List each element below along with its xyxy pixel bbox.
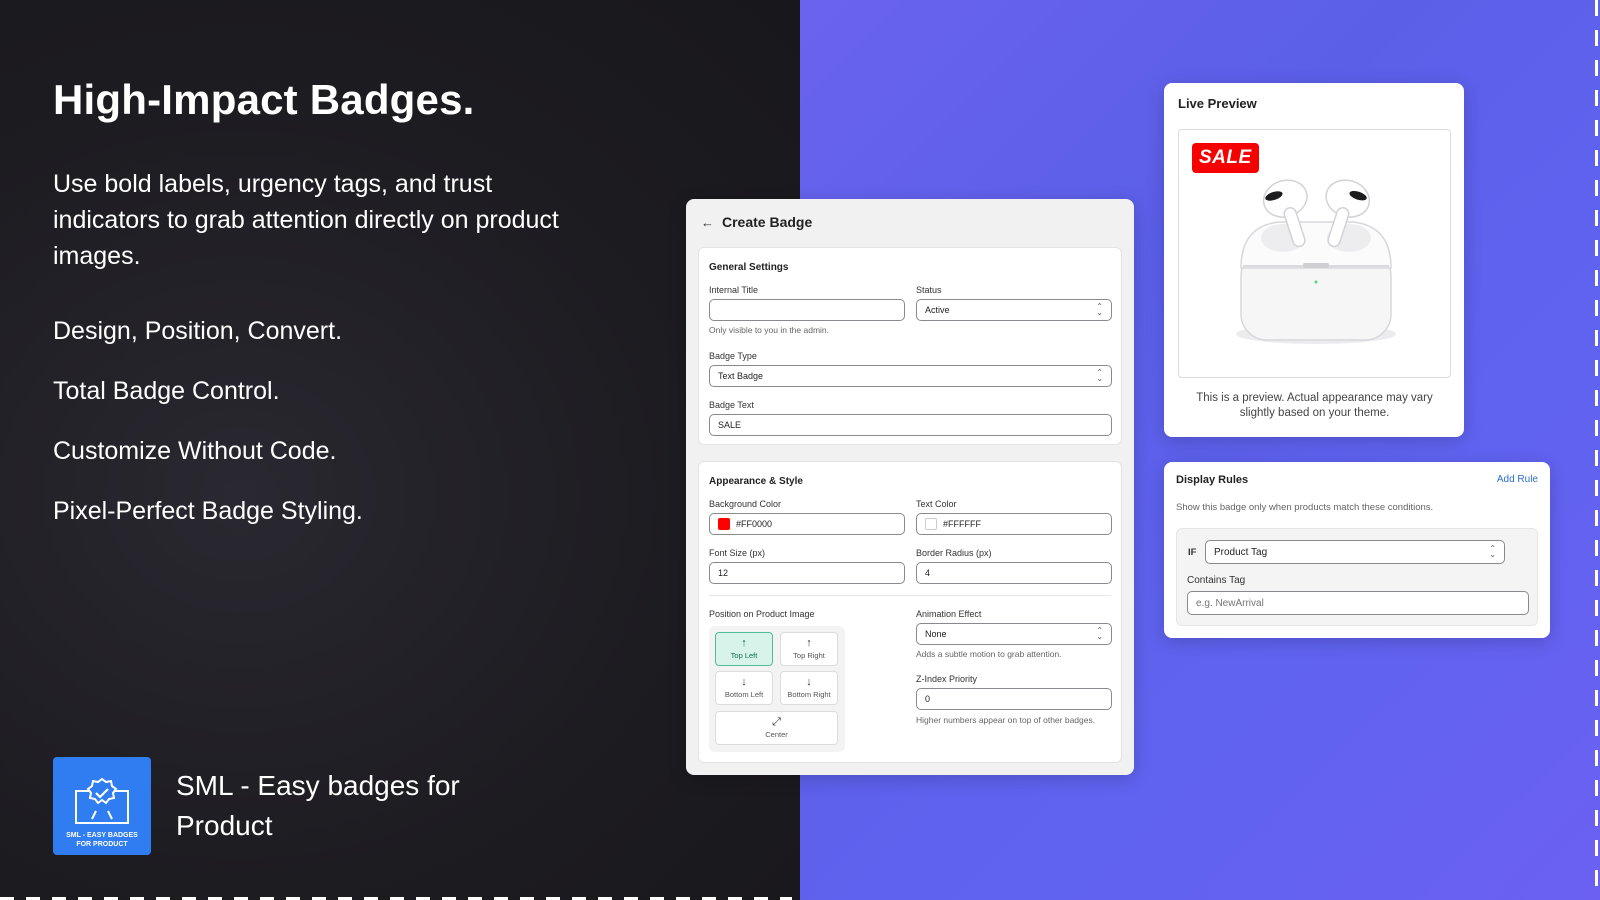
arrow-down-icon: ↓ (806, 676, 812, 688)
create-badge-title: Create Badge (722, 214, 813, 230)
border-radius-input[interactable]: 4 (916, 562, 1112, 584)
app-logo-text: SML - EASY BADGES FOR PRODUCT (66, 832, 138, 848)
live-preview-title: Live Preview (1178, 96, 1257, 111)
create-badge-card: ← Create Badge General Settings Internal… (686, 199, 1134, 775)
animation-select[interactable]: None ⌃ ⌄ (916, 623, 1112, 645)
position-label: Center (765, 730, 788, 739)
badge-type-value: Text Badge (718, 371, 764, 381)
internal-title-label: Internal Title (709, 285, 759, 295)
internal-title-input[interactable] (709, 299, 905, 321)
zindex-help: Higher numbers appear on top of other ba… (916, 715, 1096, 725)
appearance-section: Appearance & Style Background Color #FF0… (698, 461, 1122, 763)
text-color-input[interactable]: #FFFFFF (916, 513, 1112, 535)
position-label: Bottom Right (787, 690, 831, 699)
live-preview-card: Live Preview SALE This is a preview. Act (1164, 83, 1464, 437)
color-swatch[interactable] (718, 518, 730, 530)
position-label: Position on Product Image (709, 609, 815, 619)
app-name: SML - Easy badges for Product (176, 770, 460, 841)
chevron-updown-icon: ⌃ ⌄ (1489, 544, 1496, 559)
chevron-updown-icon: ⌃ ⌄ (1096, 302, 1103, 317)
position-bottom-right-button[interactable]: ↓ Bottom Right (780, 671, 838, 705)
color-swatch[interactable] (925, 518, 937, 530)
feature-item: Total Badge Control. (53, 377, 280, 405)
rule-condition-box: IF Product Tag ⌃ ⌄ Contains Tag (1176, 528, 1538, 626)
position-label: Top Left (730, 651, 758, 660)
feature-list: Design, Position, Convert. Total Badge C… (53, 314, 363, 554)
position-label: Bottom Left (724, 690, 764, 699)
hero-description: Use bold labels, urgency tags, and trust… (53, 170, 559, 270)
badge-seal-icon (75, 777, 129, 824)
status-select[interactable]: Active ⌃ ⌄ (916, 299, 1112, 321)
if-label: IF (1188, 547, 1197, 558)
feature-item: Design, Position, Convert. (53, 317, 343, 345)
font-size-label: Font Size (px) (709, 548, 766, 558)
condition-select[interactable]: Product Tag ⌃ ⌄ (1205, 540, 1505, 564)
bg-color-input[interactable]: #FF0000 (709, 513, 905, 535)
add-rule-link[interactable]: Add Rule (1497, 474, 1538, 485)
section-title: Appearance & Style (709, 476, 803, 487)
status-value: Active (925, 305, 950, 315)
position-bottom-left-button[interactable]: ↓ Bottom Left (715, 671, 773, 705)
feature-item: Customize Without Code. (53, 437, 337, 465)
zindex-input[interactable]: 0 (916, 688, 1112, 710)
internal-title-help: Only visible to you in the admin. (709, 325, 830, 335)
display-rules-title: Display Rules (1176, 474, 1249, 486)
position-label: Top Right (793, 651, 825, 660)
hero-title: High-Impact Badges. (53, 76, 475, 123)
badge-type-label: Badge Type (709, 351, 757, 361)
product-image-frame: SALE (1178, 129, 1451, 378)
section-title: General Settings (709, 262, 789, 273)
badge-type-select[interactable]: Text Badge ⌃ ⌄ (709, 365, 1112, 387)
display-rules-description: Show this badge only when products match… (1176, 502, 1434, 513)
text-color-value: #FFFFFF (943, 519, 981, 529)
contains-tag-input[interactable] (1187, 591, 1529, 615)
position-top-left-button[interactable]: ↑ Top Left (715, 632, 773, 666)
create-badge-header: ← Create Badge (686, 199, 1134, 245)
border-radius-label: Border Radius (px) (916, 548, 992, 558)
feature-item: Pixel-Perfect Badge Styling. (53, 497, 363, 525)
condition-value: Product Tag (1214, 546, 1268, 558)
general-settings-section: General Settings Internal Title Only vis… (698, 247, 1122, 445)
position-grid: ↑ Top Left ↑ Top Right ↓ Bottom Left ↓ B… (709, 626, 845, 752)
status-label: Status (916, 285, 942, 295)
display-rules-card: Display Rules Add Rule Show this badge o… (1164, 462, 1550, 638)
text-color-label: Text Color (916, 499, 957, 509)
animation-value: None (925, 629, 947, 639)
expand-arrows-icon: ⤢ (772, 716, 781, 728)
app-logo: SML - EASY BADGES FOR PRODUCT (53, 757, 151, 855)
bg-color-value: #FF0000 (736, 519, 773, 529)
arrow-down-icon: ↓ (741, 676, 747, 688)
sale-badge: SALE (1192, 143, 1259, 173)
bg-color-label: Background Color (709, 499, 782, 509)
arrow-up-icon: ↑ (741, 637, 747, 649)
animation-help: Adds a subtle motion to grab attention. (916, 649, 1062, 659)
divider (709, 595, 1111, 596)
arrow-up-icon: ↑ (806, 637, 812, 649)
preview-note: This is a preview. Actual appearance may… (1196, 392, 1433, 419)
animation-label: Animation Effect (916, 609, 982, 619)
badge-text-input[interactable]: SALE (709, 414, 1112, 436)
badge-text-label: Badge Text (709, 400, 754, 410)
position-center-button[interactable]: ⤢ Center (715, 711, 838, 745)
contains-tag-label: Contains Tag (1187, 575, 1246, 586)
chevron-updown-icon: ⌃ ⌄ (1096, 626, 1103, 641)
arrow-left-icon[interactable]: ← (701, 215, 714, 230)
position-top-right-button[interactable]: ↑ Top Right (780, 632, 838, 666)
font-size-input[interactable]: 12 (709, 562, 905, 584)
zindex-label: Z-Index Priority (916, 674, 978, 684)
dashed-border-right (1595, 0, 1598, 900)
chevron-updown-icon: ⌃ ⌄ (1096, 368, 1103, 383)
